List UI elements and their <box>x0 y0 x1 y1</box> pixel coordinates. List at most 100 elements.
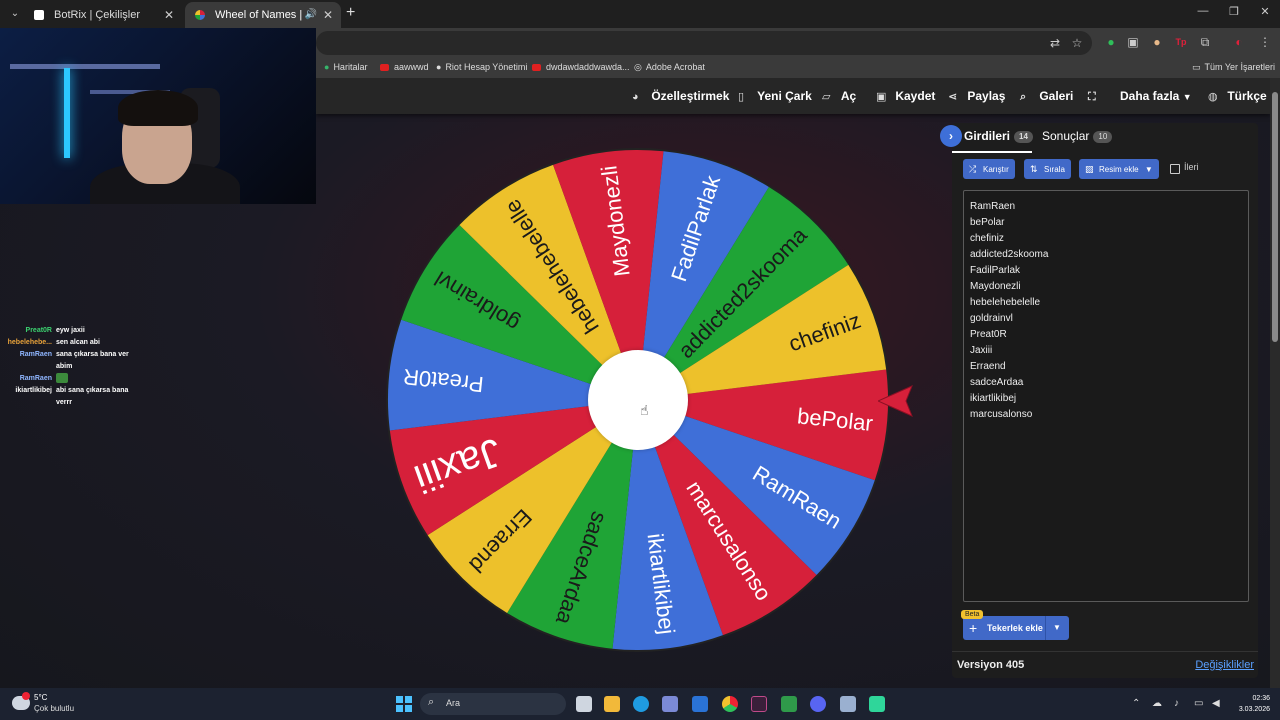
entry-line: Jaxiii <box>970 345 993 356</box>
advanced-checkbox[interactable] <box>1170 164 1180 174</box>
minimize-icon[interactable]: — <box>1188 5 1218 17</box>
nav-save[interactable]: ▣ Kaydet <box>876 88 935 105</box>
extensions-puzzle-icon[interactable]: ⧉ <box>1198 35 1212 49</box>
store-icon[interactable] <box>662 696 678 712</box>
app-icon[interactable] <box>869 696 885 712</box>
entry-line: RamRaen <box>970 201 1016 212</box>
new-tab-button[interactable]: + <box>346 4 355 22</box>
wheel-center-spin-button[interactable] <box>588 350 688 450</box>
app-icon[interactable] <box>840 696 856 712</box>
extension-icon[interactable]: ● <box>1150 35 1164 49</box>
browser-tab-strip: ⌄ BotRix | Çekilişler ✕ Wheel of Names |… <box>0 0 1280 47</box>
speaker-icon[interactable]: 🔊 <box>305 2 317 28</box>
chat-message: abim <box>0 361 140 373</box>
extension-icon[interactable]: Tp <box>1174 35 1188 49</box>
extension-icon[interactable]: ● <box>1104 35 1118 49</box>
network-icon[interactable]: ▭ <box>1194 698 1203 709</box>
edge-icon[interactable] <box>633 696 649 712</box>
entry-line: sadceArdaa <box>970 377 1024 388</box>
palette-icon: ◕ <box>632 91 639 103</box>
fullscreen-button[interactable]: ⛶ <box>1088 88 1104 105</box>
collapse-chevron-icon[interactable]: › <box>940 125 962 147</box>
tab-results[interactable]: Sonuçlar 10 <box>1042 129 1113 143</box>
discord-icon[interactable] <box>810 696 826 712</box>
volume-icon[interactable]: ◀ <box>1212 698 1220 709</box>
chrome-icon[interactable] <box>722 696 738 712</box>
nav-share[interactable]: ⋖ Paylaş <box>948 88 1005 105</box>
close-tab-icon[interactable]: ✕ <box>164 2 174 28</box>
close-window-icon[interactable]: ✕ <box>1250 5 1280 18</box>
entry-line: marcusalonso <box>970 409 1033 420</box>
tab-wheel-of-names[interactable]: Wheel of Names | Rastgele 🔊 ✕ <box>185 2 341 47</box>
chat-message: Preat0R eyw jaxii <box>0 325 140 337</box>
all-bookmarks[interactable]: ▭ Tüm Yer İşaretleri <box>1192 59 1275 75</box>
bookmark-item[interactable]: dwdawdaddwawda... <box>532 59 630 75</box>
add-image-button[interactable]: ▨ Resim ekle ▼ <box>1079 159 1159 179</box>
chevron-up-icon[interactable]: ⌃ <box>1132 698 1140 709</box>
wheel[interactable]: bePolar RamRaen marcusalonso ikiartlikibej s… <box>386 148 890 652</box>
scrollbar-thumb[interactable] <box>1272 92 1278 342</box>
chat-text: sen alcan abi <box>56 339 100 346</box>
caret-down-icon: ▼ <box>1144 165 1153 174</box>
caret-down-icon[interactable]: ▼ <box>1053 616 1061 640</box>
nav-new-wheel[interactable]: ▯ Yeni Çark <box>738 88 812 105</box>
translate-icon[interactable]: ⇄ <box>1048 36 1062 50</box>
app-icon[interactable] <box>751 696 767 712</box>
entry-line: bePolar <box>970 217 1005 228</box>
nav-more[interactable]: Daha fazla ▼ <box>1120 88 1192 105</box>
bookmark-item[interactable]: ● Haritalar <box>324 59 367 75</box>
youtube-icon <box>532 64 541 71</box>
start-button[interactable] <box>396 696 412 712</box>
chat-username: hebelehebe... <box>7 339 52 346</box>
app-icon[interactable] <box>781 696 797 712</box>
taskbar-search[interactable]: ⌕ Ara <box>420 693 566 715</box>
weather-description[interactable]: Çok bulutlu <box>34 704 74 713</box>
tab-botrix[interactable]: BotRix | Çekilişler ✕ <box>24 2 182 28</box>
sort-button[interactable]: ⇅ Sırala <box>1024 159 1071 179</box>
tab-entries[interactable]: Girdileri 14 <box>964 129 1033 143</box>
tab-search-icon[interactable]: ⌄ <box>6 5 24 23</box>
image-icon: ▨ <box>1085 164 1094 174</box>
microphone-icon[interactable]: ♪ <box>1174 698 1179 709</box>
profile-icon[interactable]: ◐ <box>1232 35 1246 49</box>
task-view-icon[interactable] <box>576 696 592 712</box>
chat-username: RamRaen <box>19 375 52 382</box>
entries-textarea[interactable]: RamRaen bePolar chefiniz addicted2skooma Fad… <box>963 190 1249 602</box>
fullscreen-icon: ⛶ <box>1088 91 1096 103</box>
add-wheel-button[interactable]: + Tekerlek ekle ▼ <box>963 616 1069 640</box>
restore-icon[interactable]: ❐ <box>1219 5 1249 18</box>
nav-language[interactable]: ◍ Türkçe <box>1208 88 1267 105</box>
mail-icon[interactable] <box>692 696 708 712</box>
file-explorer-icon[interactable] <box>604 696 620 712</box>
chat-overlay: Preat0R eyw jaxii hebelehebe... sen alcan a… <box>0 325 140 409</box>
bookmark-star-icon[interactable]: ☆ <box>1070 36 1084 50</box>
shuffle-button[interactable]: ⤮ Karıştır <box>963 159 1015 179</box>
onedrive-icon[interactable]: ☁ <box>1152 698 1162 709</box>
nav-open[interactable]: ▱ Aç <box>822 88 856 105</box>
search-icon: ⌕ <box>1020 91 1027 103</box>
weather-temperature[interactable]: 5°C <box>34 693 47 702</box>
chat-message: RamRaen <box>0 373 140 385</box>
entry-line: Erraend <box>970 361 1006 372</box>
bookmark-item[interactable]: aawwwd <box>380 59 429 75</box>
file-icon: ▯ <box>738 91 745 103</box>
share-icon: ⋖ <box>948 91 958 103</box>
results-count-badge: 10 <box>1093 131 1113 143</box>
entry-line: hebelehebelelle <box>970 297 1041 308</box>
bookmark-item[interactable]: ◎ Adobe Acrobat <box>634 59 705 75</box>
nav-customize[interactable]: ◕ Özelleştirmek <box>632 88 729 105</box>
youtube-icon <box>380 64 389 71</box>
caret-down-icon: ▼ <box>1182 92 1192 102</box>
bookmark-item[interactable]: ● Riot Hesap Yönetimi <box>436 59 527 75</box>
chat-message: ikiartlikibej abi sana çıkarsa bana <box>0 385 140 397</box>
address-bar[interactable]: ⇄ ☆ <box>316 31 1092 55</box>
chat-text: abi sana çıkarsa bana <box>56 387 129 394</box>
menu-kebab-icon[interactable]: ⋮ <box>1258 35 1272 49</box>
nav-gallery[interactable]: ⌕ Galeri <box>1020 88 1073 105</box>
panel-tabs: › Girdileri 14 Sonuçlar 10 <box>940 123 1258 153</box>
extension-icon[interactable]: ▣ <box>1126 35 1140 49</box>
chat-username: RamRaen <box>19 351 52 358</box>
close-tab-icon[interactable]: ✕ <box>323 2 333 28</box>
changelog-link[interactable]: Değişiklikler <box>1195 659 1254 671</box>
system-clock[interactable]: 02:36 3.03.2026 <box>1232 693 1270 715</box>
